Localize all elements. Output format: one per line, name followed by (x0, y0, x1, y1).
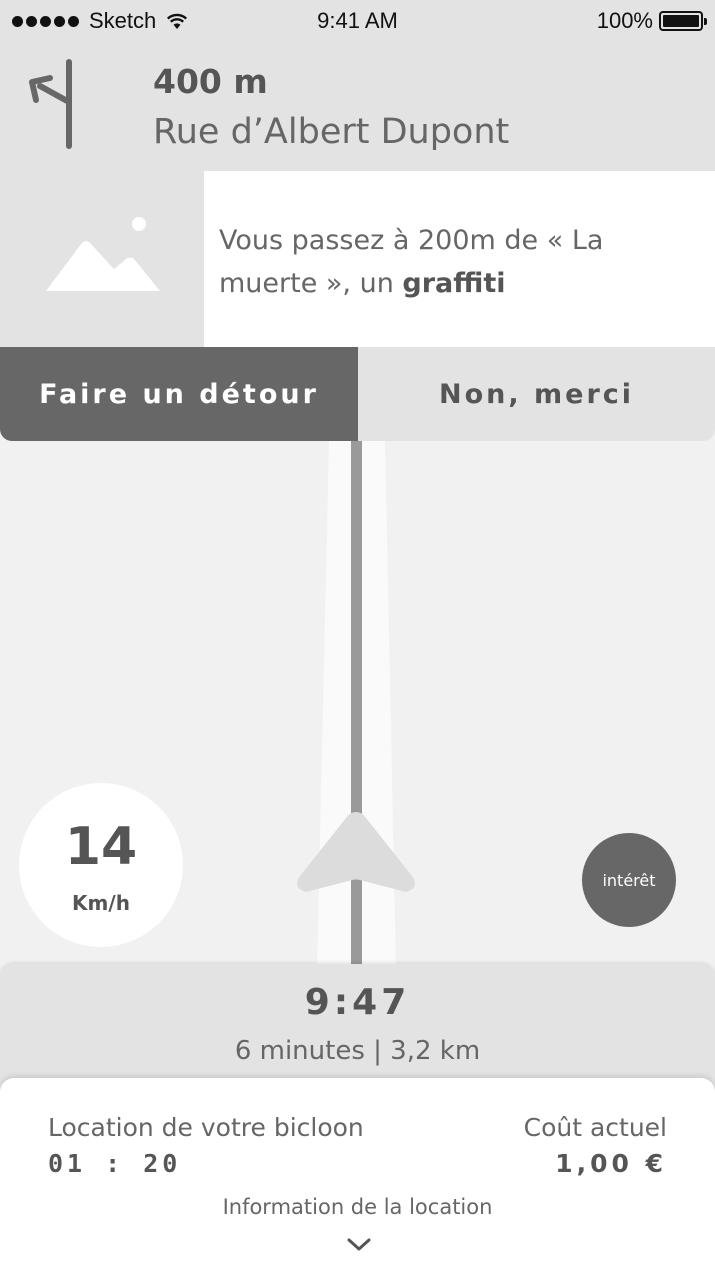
navigation-arrow-icon (297, 812, 415, 902)
poi-card: Vous passez à 200m de « La muerte », un … (0, 171, 715, 347)
poi-message: Vous passez à 200m de « La muerte », un … (219, 219, 689, 305)
cost-label: Coût actuel (523, 1113, 667, 1142)
trip-summary: 6 minutes | 3,2 km (234, 1036, 481, 1066)
turn-distance: 400 m (153, 62, 268, 101)
battery-percentage: 100% (596, 8, 653, 33)
speed-value: 14 (64, 817, 138, 877)
eta-panel: 9:47 6 minutes | 3,2 km (0, 964, 715, 1094)
rental-info-link[interactable]: Information de la location (0, 1195, 715, 1219)
speed-indicator: 14 Km/h (19, 783, 183, 947)
street-name: Rue d’Albert Dupont (153, 112, 510, 152)
image-placeholder-icon (46, 217, 160, 291)
status-bar: Sketch 9:41 AM 100% (0, 0, 715, 42)
detour-button[interactable]: Faire un détour (0, 347, 358, 441)
decline-button[interactable]: Non, merci (358, 347, 715, 441)
poi-message-highlight: graffiti (402, 268, 506, 299)
rental-label: Location de votre bicloon (48, 1113, 364, 1142)
rental-panel[interactable]: Location de votre bicloon 01 : 20 Coût a… (0, 1078, 715, 1270)
navigation-instruction: 400 m Rue d’Albert Dupont (0, 42, 715, 171)
arrival-time: 9:47 (304, 982, 411, 1023)
speed-unit: Km/h (72, 891, 130, 915)
poi-thumbnail (0, 171, 204, 347)
battery-icon (659, 11, 707, 31)
turn-left-icon (29, 59, 72, 149)
status-bar-right: 100% (596, 8, 707, 34)
rental-duration: 01 : 20 (48, 1149, 182, 1178)
chevron-down-icon[interactable] (347, 1238, 371, 1252)
interest-button[interactable]: intérêt (582, 833, 676, 927)
cost-value: 1,00 € (555, 1149, 667, 1178)
